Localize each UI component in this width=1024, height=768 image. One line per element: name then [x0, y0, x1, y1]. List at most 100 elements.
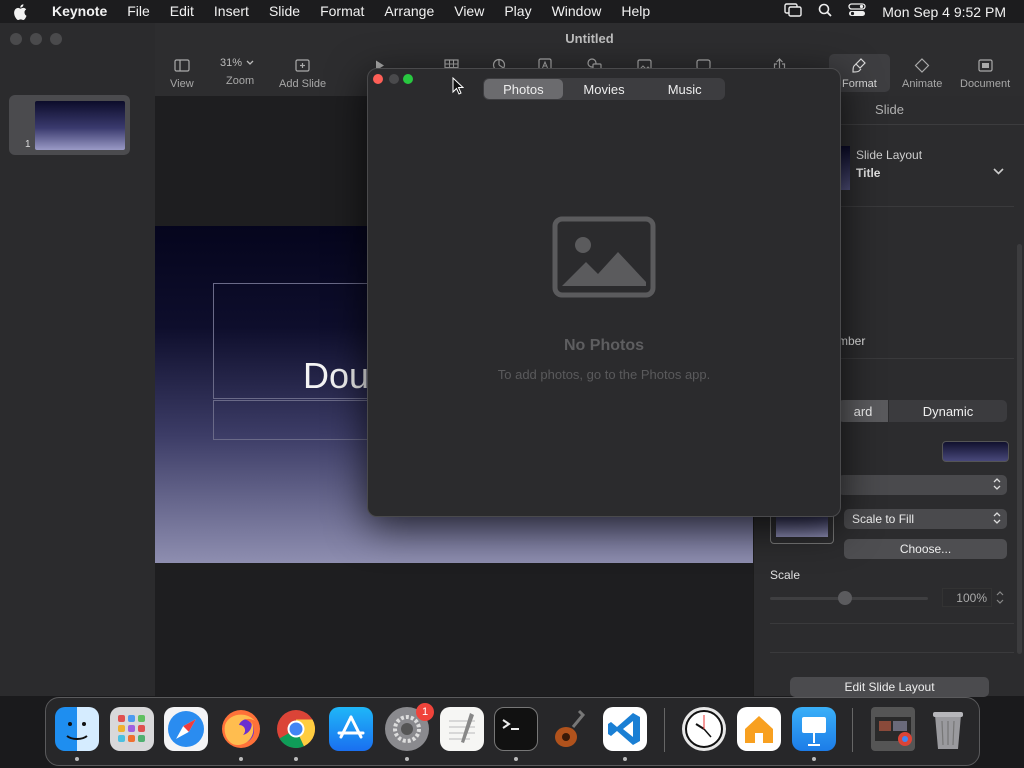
scale-to-fill-popup[interactable]: Scale to Fill	[844, 509, 1007, 529]
menu-play[interactable]: Play	[494, 0, 541, 23]
trash-icon[interactable]	[926, 707, 970, 751]
menu-arrange[interactable]: Arrange	[374, 0, 444, 23]
menu-app-name[interactable]: Keynote	[40, 0, 117, 23]
spotlight-search-icon[interactable]	[818, 3, 832, 20]
scale-value-field[interactable]: 100%	[942, 588, 992, 607]
garageband-icon[interactable]	[549, 707, 593, 751]
dock-separator	[664, 708, 665, 752]
edit-slide-layout-button[interactable]: Edit Slide Layout	[790, 677, 989, 697]
running-indicator	[623, 757, 627, 761]
chevron-down-icon	[993, 162, 1004, 180]
menu-view[interactable]: View	[444, 0, 494, 23]
diamond-icon	[914, 56, 930, 74]
format-button[interactable]: Format	[842, 56, 877, 90]
zoom-popup[interactable]: 31%	[212, 54, 262, 72]
document-title: Untitled	[565, 31, 614, 46]
settings-notification-badge: 1	[416, 703, 434, 721]
menu-format[interactable]: Format	[310, 0, 374, 23]
slide-number-option-label: mber	[838, 334, 866, 348]
zoom-label: Zoom	[226, 75, 255, 87]
scale-stepper-icon[interactable]	[995, 588, 1005, 612]
menu-insert[interactable]: Insert	[204, 0, 259, 23]
document-label: Document	[960, 78, 1011, 90]
view-button[interactable]: View	[170, 56, 194, 90]
dock-separator	[852, 708, 853, 752]
menu-window[interactable]: Window	[542, 0, 612, 23]
empty-state-hint: To add photos, go to the Photos app.	[497, 367, 711, 382]
running-indicator	[75, 757, 79, 761]
terminal-icon[interactable]	[494, 707, 538, 751]
media-zoom-button[interactable]	[403, 74, 413, 84]
menu-edit[interactable]: Edit	[160, 0, 204, 23]
add-slide-button[interactable]: Add Slide	[279, 56, 326, 90]
keynote-icon[interactable]	[792, 707, 836, 751]
document-icon	[977, 56, 993, 74]
menu-slide[interactable]: Slide	[259, 0, 310, 23]
zoom-label-wrap: Zoom	[226, 75, 254, 87]
fill-mode-value: Scale to Fill	[852, 512, 915, 526]
vscode-icon[interactable]	[603, 707, 647, 751]
updown-chevron-icon	[993, 477, 1001, 494]
slide-thumbnail-selected[interactable]: 1	[9, 95, 130, 155]
choose-image-button[interactable]: Choose...	[844, 539, 1007, 559]
image-well-preview	[776, 515, 828, 537]
tab-music[interactable]: Music	[645, 79, 724, 99]
animate-label: Animate	[902, 78, 943, 90]
background-type-dynamic[interactable]: Dynamic	[889, 400, 1007, 422]
control-center-icon[interactable]	[848, 3, 866, 20]
firefox-icon[interactable]	[219, 707, 263, 751]
background-type-standard[interactable]: ard	[838, 400, 888, 422]
inspector-divider	[770, 652, 1014, 653]
slide-number: 1	[25, 139, 31, 150]
zoom-window-button[interactable]	[50, 33, 62, 45]
format-label: Format	[842, 78, 877, 90]
add-slide-label: Add Slide	[279, 78, 327, 90]
add-slide-icon	[295, 56, 310, 74]
animate-button[interactable]: Animate	[902, 56, 942, 90]
app-store-icon[interactable]	[329, 707, 373, 751]
textedit-icon[interactable]	[440, 707, 484, 751]
document-button[interactable]: Document	[960, 56, 1010, 90]
slide-layout-label: Slide Layout	[856, 148, 923, 162]
tab-movies[interactable]: Movies	[565, 79, 644, 99]
running-indicator	[405, 757, 409, 761]
minimize-window-button[interactable]	[30, 33, 42, 45]
downloads-stack-icon[interactable]	[871, 707, 915, 751]
apple-menu-icon[interactable]	[0, 3, 40, 20]
chrome-icon[interactable]	[274, 707, 318, 751]
slide-title-text[interactable]: Dou	[303, 355, 369, 397]
menubar-clock[interactable]: Mon Sep 4 9:52 PM	[882, 4, 1006, 20]
color-well[interactable]	[942, 441, 1009, 462]
paintbrush-icon	[852, 56, 867, 74]
launchpad-icon[interactable]	[110, 707, 154, 751]
slide-navigator: 1	[0, 23, 156, 696]
home-icon[interactable]	[737, 707, 781, 751]
clock-icon[interactable]	[682, 707, 726, 751]
menu-help[interactable]: Help	[611, 0, 660, 23]
photo-placeholder-icon	[552, 216, 656, 298]
scale-slider-knob[interactable]	[838, 591, 852, 605]
running-indicator	[514, 757, 518, 761]
tab-photos[interactable]: Photos	[484, 79, 563, 99]
slide-thumbnail-image	[35, 101, 125, 150]
media-type-tabs: Photos Movies Music	[483, 78, 725, 100]
inspector-divider	[770, 623, 1014, 624]
safari-icon[interactable]	[164, 707, 208, 751]
media-minimize-button[interactable]	[389, 74, 399, 84]
running-indicator	[812, 757, 816, 761]
media-browser-window: Photos Movies Music No Photos To add pho…	[367, 68, 841, 517]
close-window-button[interactable]	[10, 33, 22, 45]
fill-type-popup[interactable]	[838, 475, 1007, 495]
chevron-down-icon	[246, 57, 254, 69]
zoom-value: 31%	[219, 57, 243, 69]
finder-icon[interactable]	[55, 707, 99, 751]
slide-layout-picker[interactable]: Slide Layout Title	[838, 134, 1014, 207]
running-indicator	[239, 757, 243, 761]
media-close-button[interactable]	[373, 74, 383, 84]
menu-bar: Keynote File Edit Insert Slide Format Ar…	[0, 0, 1024, 23]
screen-mirroring-icon[interactable]	[784, 3, 802, 20]
mouse-cursor-icon	[452, 76, 465, 100]
inspector-scrollbar[interactable]	[1017, 244, 1022, 654]
menu-file[interactable]: File	[117, 0, 160, 23]
subtitle-placeholder[interactable]	[213, 400, 375, 440]
